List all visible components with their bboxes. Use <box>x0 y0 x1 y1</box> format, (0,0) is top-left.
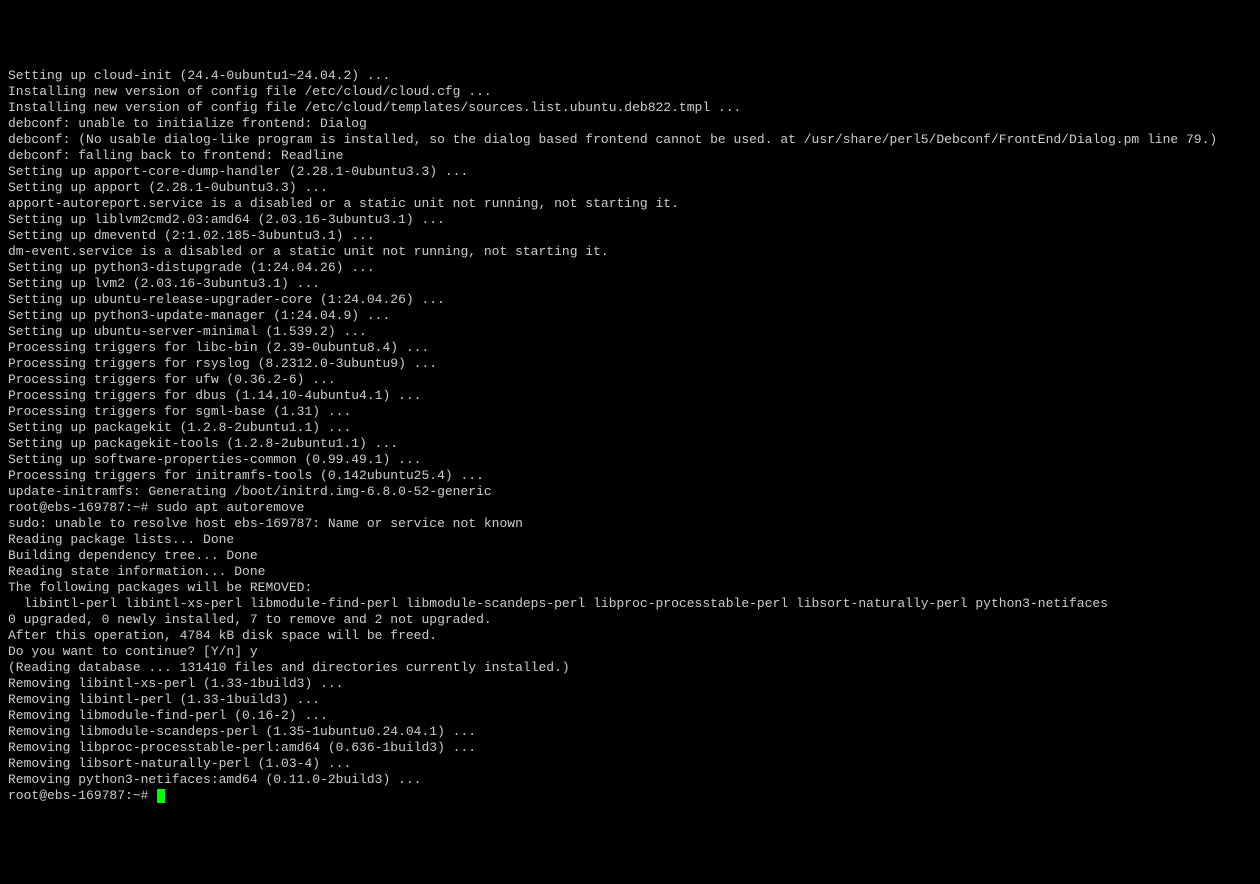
terminal-line: sudo: unable to resolve host ebs-169787:… <box>8 516 1252 532</box>
terminal-line: Do you want to continue? [Y/n] y <box>8 644 1252 660</box>
terminal-line: Setting up software-properties-common (0… <box>8 452 1252 468</box>
terminal-line: apport-autoreport.service is a disabled … <box>8 196 1252 212</box>
terminal-line: Processing triggers for dbus (1.14.10-4u… <box>8 388 1252 404</box>
terminal-line: Removing libproc-processtable-perl:amd64… <box>8 740 1252 756</box>
terminal-line: Removing python3-netifaces:amd64 (0.11.0… <box>8 772 1252 788</box>
terminal-line: debconf: (No usable dialog-like program … <box>8 132 1252 148</box>
terminal-line: debconf: falling back to frontend: Readl… <box>8 148 1252 164</box>
terminal-line: update-initramfs: Generating /boot/initr… <box>8 484 1252 500</box>
terminal-line: Reading state information... Done <box>8 564 1252 580</box>
terminal-line: Setting up packagekit-tools (1.2.8-2ubun… <box>8 436 1252 452</box>
terminal-line: debconf: unable to initialize frontend: … <box>8 116 1252 132</box>
terminal-line: Setting up lvm2 (2.03.16-3ubuntu3.1) ... <box>8 276 1252 292</box>
terminal-line: Removing libintl-xs-perl (1.33-1build3) … <box>8 676 1252 692</box>
terminal-line: Removing libsort-naturally-perl (1.03-4)… <box>8 756 1252 772</box>
cursor-icon <box>157 789 165 803</box>
terminal-line: Installing new version of config file /e… <box>8 100 1252 116</box>
terminal-prompt-line[interactable]: root@ebs-169787:~# <box>8 788 1252 804</box>
terminal-line: Setting up python3-distupgrade (1:24.04.… <box>8 260 1252 276</box>
terminal-line: The following packages will be REMOVED: <box>8 580 1252 596</box>
terminal-line: Processing triggers for ufw (0.36.2-6) .… <box>8 372 1252 388</box>
terminal-line: Setting up cloud-init (24.4-0ubuntu1~24.… <box>8 68 1252 84</box>
terminal-line: Setting up dmeventd (2:1.02.185-3ubuntu3… <box>8 228 1252 244</box>
terminal-line: Reading package lists... Done <box>8 532 1252 548</box>
terminal-line: Setting up ubuntu-release-upgrader-core … <box>8 292 1252 308</box>
terminal-line: Setting up apport (2.28.1-0ubuntu3.3) ..… <box>8 180 1252 196</box>
terminal-line: Setting up ubuntu-server-minimal (1.539.… <box>8 324 1252 340</box>
terminal-line: Setting up liblvm2cmd2.03:amd64 (2.03.16… <box>8 212 1252 228</box>
terminal-line: Removing libintl-perl (1.33-1build3) ... <box>8 692 1252 708</box>
shell-prompt: root@ebs-169787:~# <box>8 788 156 803</box>
terminal-line: Removing libmodule-find-perl (0.16-2) ..… <box>8 708 1252 724</box>
terminal-line: Building dependency tree... Done <box>8 548 1252 564</box>
terminal-line: Removing libmodule-scandeps-perl (1.35-1… <box>8 724 1252 740</box>
terminal-line: Setting up packagekit (1.2.8-2ubuntu1.1)… <box>8 420 1252 436</box>
terminal-line: libintl-perl libintl-xs-perl libmodule-f… <box>8 596 1252 612</box>
terminal-line: Processing triggers for rsyslog (8.2312.… <box>8 356 1252 372</box>
terminal-line: Processing triggers for sgml-base (1.31)… <box>8 404 1252 420</box>
terminal-line: Processing triggers for initramfs-tools … <box>8 468 1252 484</box>
terminal-line: Setting up apport-core-dump-handler (2.2… <box>8 164 1252 180</box>
terminal-line: (Reading database ... 131410 files and d… <box>8 660 1252 676</box>
terminal-line: Setting up python3-update-manager (1:24.… <box>8 308 1252 324</box>
terminal-line: Processing triggers for libc-bin (2.39-0… <box>8 340 1252 356</box>
terminal-line: Installing new version of config file /e… <box>8 84 1252 100</box>
terminal-line: 0 upgraded, 0 newly installed, 7 to remo… <box>8 612 1252 628</box>
terminal-line: root@ebs-169787:~# sudo apt autoremove <box>8 500 1252 516</box>
terminal-line: dm-event.service is a disabled or a stat… <box>8 244 1252 260</box>
terminal-line: After this operation, 4784 kB disk space… <box>8 628 1252 644</box>
terminal-output[interactable]: Setting up cloud-init (24.4-0ubuntu1~24.… <box>8 68 1252 804</box>
